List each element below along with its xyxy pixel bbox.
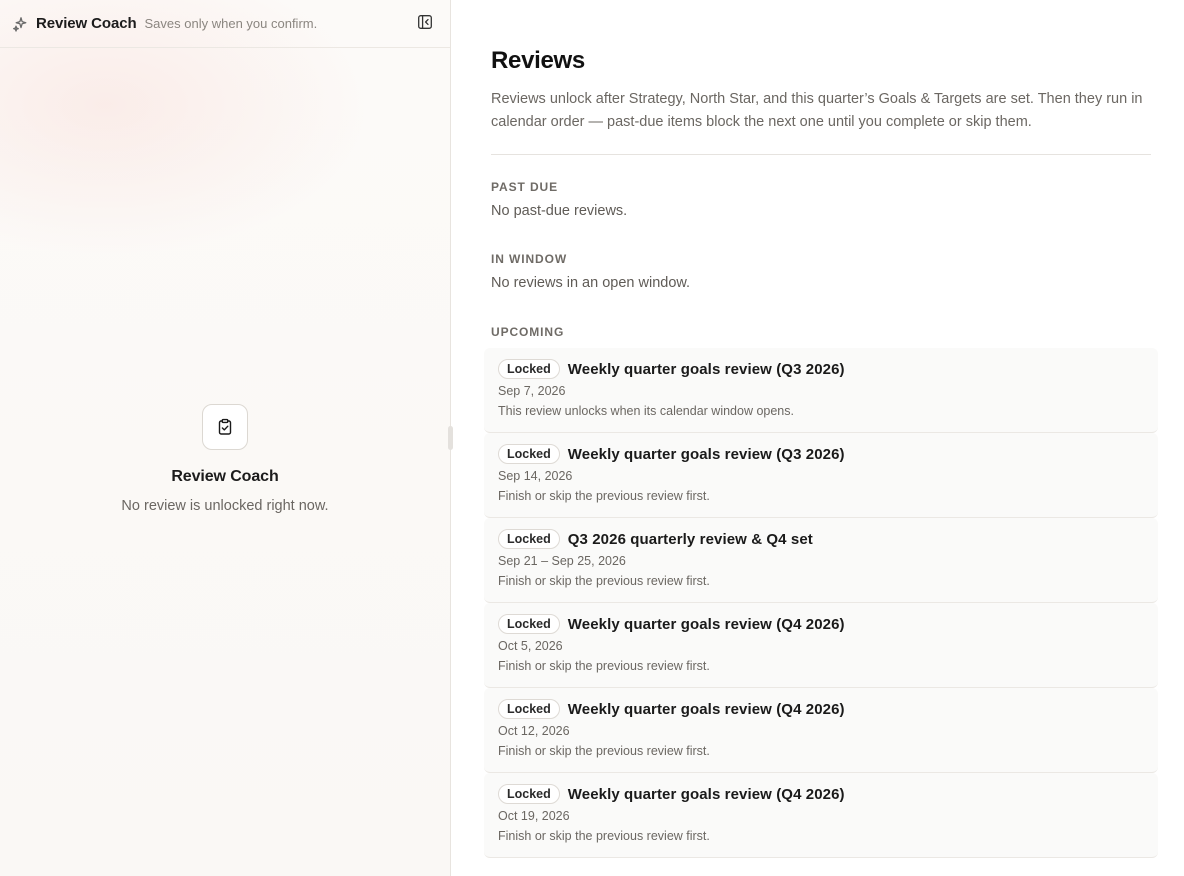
review-date: Sep 21 – Sep 25, 2026	[498, 554, 626, 568]
review-item[interactable]: Locked Weekly quarter goals review (Q3 2…	[484, 348, 1158, 433]
in-window-empty: No reviews in an open window.	[491, 275, 691, 291]
review-note: Finish or skip the previous review first…	[498, 659, 710, 673]
divider	[491, 154, 1151, 155]
sidebar-collapse-icon	[417, 14, 433, 33]
locked-badge: Locked	[498, 614, 560, 634]
review-title: Q3 2026 quarterly review & Q4 set	[567, 530, 813, 548]
review-item[interactable]: Locked Weekly quarter goals review (Q3 2…	[484, 433, 1158, 518]
review-date: Sep 7, 2026	[498, 384, 566, 398]
upcoming-review-list: Locked Weekly quarter goals review (Q3 2…	[484, 348, 1158, 858]
coach-empty-title: Review Coach	[171, 468, 279, 485]
clipboard-check-icon	[202, 404, 248, 450]
review-note: Finish or skip the previous review first…	[498, 489, 710, 503]
review-note: Finish or skip the previous review first…	[498, 574, 710, 588]
review-date: Sep 14, 2026	[498, 469, 573, 483]
locked-badge: Locked	[498, 784, 560, 804]
locked-badge: Locked	[498, 529, 560, 549]
review-date: Oct 19, 2026	[498, 809, 570, 823]
page-description: Reviews unlock after Strategy, North Sta…	[491, 91, 1143, 130]
collapse-panel-button[interactable]	[414, 13, 436, 35]
review-title: Weekly quarter goals review (Q4 2026)	[567, 785, 845, 803]
app-root: Review Coach Saves only when you confirm…	[0, 0, 1184, 876]
review-coach-panel: Review Coach Saves only when you confirm…	[0, 0, 453, 876]
upcoming-section: UPCOMING Locked Weekly quarter goals rev…	[484, 325, 1158, 858]
in-window-section: IN WINDOW No reviews in an open window.	[491, 252, 1151, 291]
review-item[interactable]: Locked Weekly quarter goals review (Q4 2…	[484, 603, 1158, 688]
review-note: This review unlocks when its calendar wi…	[498, 404, 794, 418]
locked-badge: Locked	[498, 699, 560, 719]
review-title: Weekly quarter goals review (Q3 2026)	[567, 445, 845, 463]
review-title: Weekly quarter goals review (Q3 2026)	[567, 360, 845, 378]
coach-empty-text: No review is unlocked right now.	[121, 498, 329, 514]
review-date: Oct 12, 2026	[498, 724, 570, 738]
review-item[interactable]: Locked Weekly quarter goals review (Q4 2…	[484, 688, 1158, 773]
reviews-main: Reviews Reviews unlock after Strategy, N…	[451, 0, 1184, 876]
review-note: Finish or skip the previous review first…	[498, 829, 710, 843]
coach-empty-state: Review Coach No review is unlocked right…	[0, 404, 450, 514]
coach-header: Review Coach Saves only when you confirm…	[0, 0, 450, 48]
review-item[interactable]: Locked Weekly quarter goals review (Q4 2…	[484, 773, 1158, 858]
page-title: Reviews	[491, 47, 585, 74]
past-due-section: PAST DUE No past-due reviews.	[491, 180, 1151, 219]
upcoming-label: UPCOMING	[491, 325, 565, 339]
past-due-empty: No past-due reviews.	[491, 203, 628, 219]
past-due-label: PAST DUE	[491, 180, 558, 194]
coach-title: Review Coach	[36, 15, 137, 32]
in-window-label: IN WINDOW	[491, 252, 568, 266]
panel-resize-handle[interactable]	[448, 426, 453, 450]
coach-subtitle: Saves only when you confirm.	[144, 16, 318, 31]
sparkle-icon	[12, 16, 28, 32]
review-item[interactable]: Locked Q3 2026 quarterly review & Q4 set…	[484, 518, 1158, 603]
review-date: Oct 5, 2026	[498, 639, 563, 653]
review-title: Weekly quarter goals review (Q4 2026)	[567, 700, 845, 718]
locked-badge: Locked	[498, 444, 560, 464]
review-title: Weekly quarter goals review (Q4 2026)	[567, 615, 845, 633]
review-note: Finish or skip the previous review first…	[498, 744, 710, 758]
locked-badge: Locked	[498, 359, 560, 379]
